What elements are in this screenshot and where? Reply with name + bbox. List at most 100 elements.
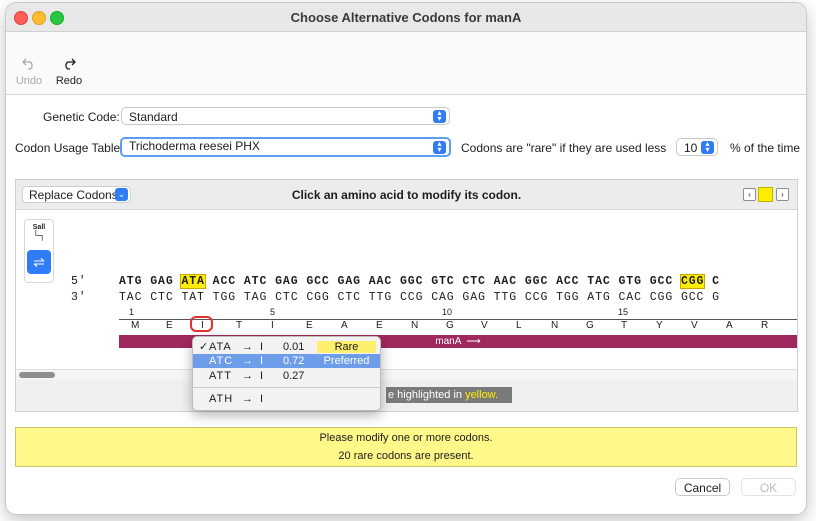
amino-acid-g[interactable]: G — [586, 320, 594, 331]
amino-acid-r[interactable]: R — [761, 320, 768, 331]
top-strand-codon[interactable]: GAG — [338, 275, 361, 288]
amino-acid-v[interactable]: V — [691, 320, 698, 331]
codon-choice-menu: ✓ ATA → I 0.01 Rare ATC → I 0.72 Preferr… — [192, 336, 381, 411]
bottom-strand-codon: TGG — [212, 291, 237, 304]
amino-acid-n[interactable]: N — [551, 320, 558, 331]
genetic-code-select[interactable]: Standard ▴ ▾ — [121, 107, 450, 125]
bottom-strand-sequence: TAC CTC TAT TGG TAG CTC CGG CTC TTG CCG … — [119, 291, 720, 304]
ruler-tick-5: 5 — [270, 307, 276, 317]
instruction-text: Click an amino acid to modify its codon. — [291, 188, 522, 202]
top-strand-codon[interactable]: CGG — [679, 274, 706, 289]
top-strand-codon[interactable]: GCC — [650, 275, 673, 288]
bottom-strand-codon: CAG — [431, 291, 455, 304]
rare-threshold-stepper[interactable]: 10 ▴ ▾ — [676, 138, 718, 156]
codon-panel: Replace Codons ⌄ Click an amino acid to … — [15, 179, 798, 412]
amino-acid-t[interactable]: T — [236, 320, 242, 331]
top-strand-codon[interactable]: AAC — [369, 275, 392, 288]
top-strand-codon[interactable]: TAC — [587, 275, 610, 288]
scrollbar-thumb[interactable] — [19, 372, 55, 378]
top-strand-codon[interactable]: GTG — [619, 275, 642, 288]
amino-acid-e[interactable]: E — [306, 320, 313, 331]
top-strand-codon[interactable]: GCC — [306, 275, 329, 288]
highlight-color-swatch[interactable] — [758, 187, 773, 202]
top-strand-codon[interactable]: GAG — [150, 275, 173, 288]
tool-palette: Sall └┐ ⇌ — [24, 219, 54, 283]
amino-acid-a[interactable]: A — [726, 320, 733, 331]
amino-acid-e[interactable]: E — [376, 320, 383, 331]
horizontal-scrollbar[interactable] — [16, 369, 797, 380]
amino-acid-l[interactable]: L — [516, 320, 522, 331]
bottom-strand-codon: TTG — [493, 291, 518, 304]
amino-acid-v[interactable]: V — [481, 320, 488, 331]
top-strand-codon[interactable]: GTC — [431, 275, 454, 288]
bottom-strand-codon: CTC — [275, 291, 299, 304]
codon-option-ata[interactable]: ✓ ATA → I 0.01 Rare — [193, 340, 380, 354]
ok-button[interactable]: OK — [741, 478, 796, 496]
rare-threshold-value: 10 — [684, 141, 698, 155]
amino-acid-t[interactable]: T — [621, 320, 627, 331]
bottom-strand-codon: TTG — [368, 291, 393, 304]
top-strand-codon[interactable]: ACC — [213, 275, 236, 288]
strand-bottom-label: 3' — [71, 291, 87, 304]
top-strand-codon[interactable]: GGC — [525, 275, 548, 288]
amino-acid-text: I — [260, 341, 264, 353]
cut-site-icon: └┐ — [32, 230, 46, 240]
genetic-code-value: Standard — [129, 110, 178, 124]
codon-option-ath[interactable]: ATH → I — [193, 392, 380, 406]
top-strand-codon[interactable]: C — [712, 275, 720, 288]
chevron-updown-icon: ▴ ▾ — [433, 140, 446, 154]
previous-button[interactable]: ‹ — [743, 188, 756, 201]
cancel-button[interactable]: Cancel — [675, 478, 730, 496]
codon-option-atc[interactable]: ATC → I 0.72 Preferred — [193, 354, 380, 368]
chevron-left-icon: ‹ — [748, 190, 751, 199]
top-strand-codon[interactable]: AAC — [494, 275, 517, 288]
strand-toggle-button[interactable]: ⇌ — [27, 250, 51, 274]
codon-option-att[interactable]: ATT → I 0.27 — [193, 369, 380, 383]
amino-acid-e[interactable]: E — [166, 320, 173, 331]
top-strand-codon[interactable]: ATC — [244, 275, 267, 288]
window-title: Choose Alternative Codons for manA — [290, 10, 522, 25]
top-strand-codon[interactable]: ATG — [119, 275, 142, 288]
message-box: Please modify one or more codons. 20 rar… — [15, 427, 797, 467]
menu-separator — [193, 387, 380, 388]
arrow-right-icon: → — [242, 341, 253, 353]
top-strand-codon[interactable]: CTC — [462, 275, 485, 288]
codon-usage-select[interactable]: Trichoderma reesei PHX ▴ ▾ — [120, 137, 451, 157]
amino-acid-a[interactable]: A — [341, 320, 348, 331]
bottom-strand-codon: CGG — [649, 291, 674, 304]
bottom-strand-codon: CTC — [337, 291, 361, 304]
sall-site-tool[interactable]: Sall └┐ — [26, 224, 52, 240]
next-button[interactable]: › — [776, 188, 789, 201]
redo-icon — [54, 56, 84, 72]
amino-acid-m[interactable]: M — [131, 320, 139, 331]
arrow-right-icon: → — [242, 393, 253, 405]
amino-acid-i[interactable]: I — [271, 320, 274, 331]
top-strand-codon[interactable]: ACC — [556, 275, 579, 288]
codon-text: ATA — [209, 341, 232, 353]
redo-button[interactable]: Redo — [54, 56, 84, 87]
bottom-strand-codon: CTC — [150, 291, 174, 304]
sequence-view[interactable]: Sall └┐ ⇌ 5' 3' ATG GAG ATA ACC ATC GAG … — [16, 210, 797, 373]
bottom-strand-codon: TAT — [181, 291, 205, 304]
top-strand-codon[interactable]: GAG — [275, 275, 298, 288]
ruler-tick-15: 15 — [618, 307, 629, 317]
top-strand-codon[interactable]: GGC — [400, 275, 423, 288]
top-strand-codon[interactable]: ATA — [180, 274, 206, 289]
toolbar: Undo Redo — [6, 32, 806, 95]
genetic-code-label: Genetic Code: — [43, 110, 120, 124]
checkmark-icon: ✓ — [199, 341, 209, 353]
amino-acid-n[interactable]: N — [411, 320, 418, 331]
amino-acid-y[interactable]: Y — [656, 320, 663, 331]
frequency-text: 0.72 — [283, 355, 305, 367]
bottom-strand-codon: G — [712, 291, 720, 304]
arrow-right-icon: → — [242, 355, 253, 367]
undo-button[interactable]: Undo — [14, 56, 44, 87]
rare-threshold-text: Codons are "rare" if they are used less … — [461, 141, 667, 155]
amino-acid-g[interactable]: G — [446, 320, 454, 331]
chevron-updown-icon: ▴ ▾ — [433, 109, 446, 123]
top-strand-sequence[interactable]: ATG GAG ATA ACC ATC GAG GCC GAG AAC GGC … — [119, 274, 720, 289]
selected-codon-marker — [190, 316, 213, 332]
codon-usage-value: Trichoderma reesei PHX — [129, 139, 260, 153]
redo-label: Redo — [55, 75, 83, 87]
chevron-right-icon: › — [781, 190, 784, 199]
